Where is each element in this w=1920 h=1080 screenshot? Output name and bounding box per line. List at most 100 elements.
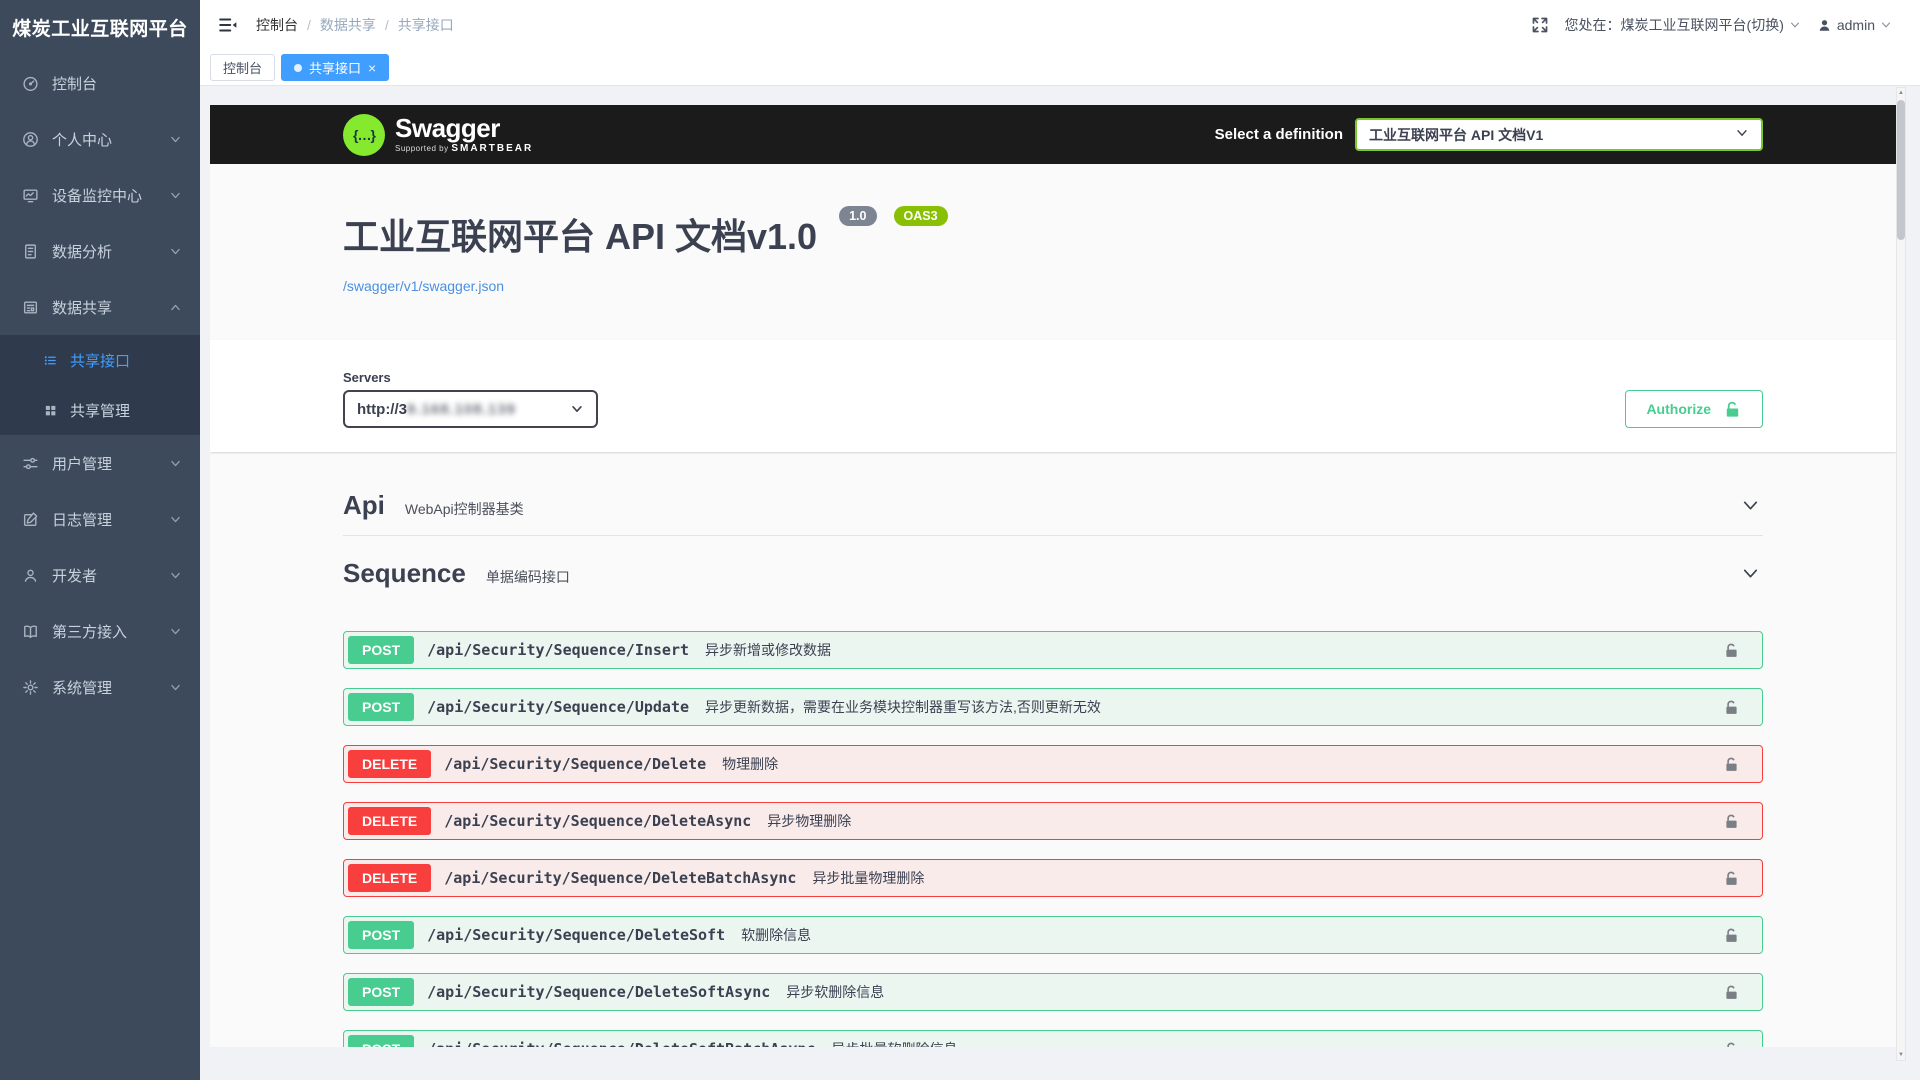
definition-selected-value: 工业互联网平台 API 文档V1 <box>1369 125 1543 145</box>
tab-share-api[interactable]: 共享接口 × <box>281 54 389 81</box>
report-icon <box>22 243 39 260</box>
sidebar-item-user-manage[interactable]: 用户管理 <box>0 435 200 491</box>
sidebar-item-data-share[interactable]: 数据共享 <box>0 279 200 335</box>
method-badge: DELETE <box>348 807 431 835</box>
sidebar-subitem-share-manage[interactable]: 共享管理 <box>0 385 200 435</box>
chevron-down-icon[interactable] <box>1740 563 1763 584</box>
chevron-down-icon <box>169 133 182 146</box>
endpoint-row-deletesoftbatchasync[interactable]: POST /api/Security/Sequence/DeleteSoftBa… <box>343 1030 1763 1047</box>
sidebar-item-log-manage[interactable]: 日志管理 <box>0 491 200 547</box>
scroll-down-arrow[interactable]: ▼ <box>1898 1050 1904 1060</box>
sidebar-subitem-share-api[interactable]: 共享接口 <box>0 335 200 385</box>
lock-open-icon[interactable] <box>1723 756 1740 773</box>
chevron-down-icon <box>169 569 182 582</box>
endpoint-row-deleteasync[interactable]: DELETE /api/Security/Sequence/DeleteAsyn… <box>343 802 1763 840</box>
endpoint-description: 异步批量软删除信息 <box>831 1039 957 1047</box>
app-logo: 煤炭工业互联网平台 <box>0 0 200 55</box>
active-dot-icon <box>294 64 302 72</box>
section-description: WebApi控制器基类 <box>405 493 524 519</box>
lock-open-icon[interactable] <box>1723 1041 1740 1048</box>
endpoint-description: 软删除信息 <box>741 925 811 945</box>
sidebar-item-label: 开发者 <box>52 565 97 586</box>
endpoint-path: /api/Security/Sequence/DeleteSoft <box>427 926 725 944</box>
server-url: http://3 <box>357 401 407 418</box>
lock-open-icon[interactable] <box>1723 870 1740 887</box>
section-sequence[interactable]: Sequence 单据编码接口 <box>343 546 1763 603</box>
section-api[interactable]: Api WebApi控制器基类 <box>343 478 1763 536</box>
chevron-down-icon <box>169 245 182 258</box>
endpoint-row-deletebatchasync[interactable]: DELETE /api/Security/Sequence/DeleteBatc… <box>343 859 1763 897</box>
sidebar-item-console[interactable]: 控制台 <box>0 55 200 111</box>
endpoint-list: POST /api/Security/Sequence/Insert 异步新增或… <box>343 631 1763 1047</box>
operations-section: Api WebApi控制器基类 Sequence 单据编码接口 POST /ap… <box>210 452 1896 1047</box>
sidebar-submenu: 共享接口共享管理 <box>0 335 200 435</box>
scrollbar-thumb[interactable] <box>1897 100 1905 240</box>
user-menu[interactable]: admin <box>1817 17 1892 33</box>
tenant-label: 您处在：煤炭工业互联网平台(切换) <box>1565 15 1784 35</box>
lock-open-icon <box>1723 400 1742 419</box>
breadcrumb-item-share-api[interactable]: 共享接口 <box>398 15 454 35</box>
server-select[interactable]: http://39.168.108.139 <box>343 390 598 428</box>
chevron-up-icon <box>169 301 182 314</box>
method-badge: POST <box>348 693 414 721</box>
section-description: 单据编码接口 <box>486 561 570 587</box>
definition-select[interactable]: 工业互联网平台 API 文档V1 <box>1355 118 1763 151</box>
sidebar-item-data-analysis[interactable]: 数据分析 <box>0 223 200 279</box>
swagger-logo-text: Swagger <box>395 115 533 141</box>
endpoint-row-insert[interactable]: POST /api/Security/Sequence/Insert 异步新增或… <box>343 631 1763 669</box>
vertical-scrollbar[interactable]: ▲ ▼ <box>1896 87 1906 1061</box>
chevron-down-icon <box>169 625 182 638</box>
sidebar-item-system-manage[interactable]: 系统管理 <box>0 659 200 715</box>
close-icon[interactable]: × <box>368 61 376 75</box>
sidebar-item-label: 日志管理 <box>52 509 112 530</box>
endpoint-description: 物理删除 <box>722 754 778 774</box>
fullscreen-icon[interactable] <box>1531 16 1549 34</box>
user-circle-icon <box>22 131 39 148</box>
news-icon <box>22 299 39 316</box>
gear-icon <box>22 679 39 696</box>
authorize-button[interactable]: Authorize <box>1625 390 1763 428</box>
spec-link[interactable]: /swagger/v1/swagger.json <box>343 278 504 294</box>
breadcrumb-item-data-share[interactable]: 数据共享 <box>320 15 376 35</box>
tab-bar: 控制台 共享接口 × <box>200 50 1920 86</box>
sidebar-item-device-monitor-center[interactable]: 设备监控中心 <box>0 167 200 223</box>
swagger-logo-subtext: Supported by SMARTBEAR <box>395 144 533 154</box>
tenant-switcher[interactable]: 您处在：煤炭工业互联网平台(切换) <box>1565 15 1801 35</box>
user-avatar-icon <box>1817 18 1832 33</box>
chevron-down-icon <box>169 681 182 694</box>
section-title: Api <box>343 490 385 521</box>
servers-block: Servers http://39.168.108.139 <box>343 370 598 428</box>
endpoint-row-deletesoft[interactable]: POST /api/Security/Sequence/DeleteSoft 软… <box>343 916 1763 954</box>
server-url-redacted: 9.168.108.139 <box>407 401 516 418</box>
sidebar-item-developer[interactable]: 开发者 <box>0 547 200 603</box>
swagger-panel: Swagger Supported by SMARTBEAR Select a … <box>210 105 1896 1047</box>
endpoint-row-deletesoftasync[interactable]: POST /api/Security/Sequence/DeleteSoftAs… <box>343 973 1763 1011</box>
endpoint-description: 异步物理删除 <box>767 811 851 831</box>
section-title: Sequence <box>343 558 466 589</box>
method-badge: DELETE <box>348 750 431 778</box>
sidebar-item-third-party[interactable]: 第三方接入 <box>0 603 200 659</box>
swagger-logo: Swagger Supported by SMARTBEAR <box>343 114 533 156</box>
lock-open-icon[interactable] <box>1723 927 1740 944</box>
scroll-up-arrow[interactable]: ▲ <box>1898 88 1904 98</box>
content-area: Swagger Supported by SMARTBEAR Select a … <box>200 86 1920 1080</box>
chevron-down-icon <box>570 402 584 416</box>
menu-fold-icon[interactable] <box>218 16 238 34</box>
lock-open-icon[interactable] <box>1723 642 1740 659</box>
lock-open-icon[interactable] <box>1723 984 1740 1001</box>
chevron-down-icon[interactable] <box>1740 495 1763 516</box>
chevron-down-icon <box>1735 126 1749 143</box>
lock-open-icon[interactable] <box>1723 699 1740 716</box>
endpoint-row-update[interactable]: POST /api/Security/Sequence/Update 异步更新数… <box>343 688 1763 726</box>
sidebar-subitem-label: 共享管理 <box>70 400 130 421</box>
breadcrumb-item-console[interactable]: 控制台 <box>256 15 298 35</box>
tab-console[interactable]: 控制台 <box>210 54 275 81</box>
sidebar-item-personal-center[interactable]: 个人中心 <box>0 111 200 167</box>
method-badge: DELETE <box>348 864 431 892</box>
endpoint-row-delete[interactable]: DELETE /api/Security/Sequence/Delete 物理删… <box>343 745 1763 783</box>
method-badge: POST <box>348 1035 414 1047</box>
oas3-badge: OAS3 <box>894 206 948 226</box>
monitor-icon <box>22 187 39 204</box>
sidebar-subitem-label: 共享接口 <box>70 350 130 371</box>
lock-open-icon[interactable] <box>1723 813 1740 830</box>
